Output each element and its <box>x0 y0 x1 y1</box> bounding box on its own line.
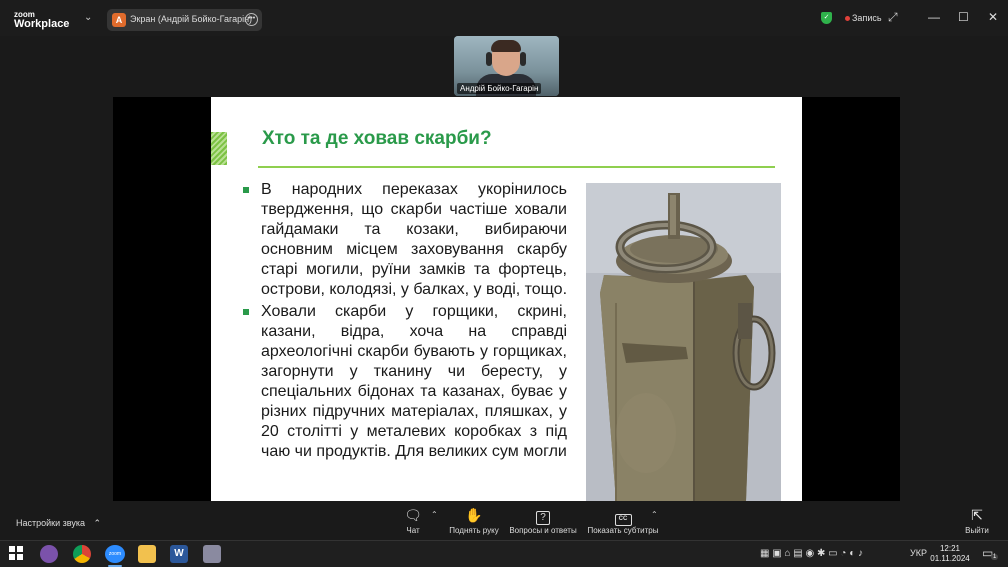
share-label: Экран (Андрій Бойко-Гагарін) <box>130 14 253 24</box>
viber-icon[interactable] <box>40 545 58 563</box>
screen-share-indicator[interactable]: А Экран (Андрій Бойко-Гагарін) ••• <box>107 9 262 31</box>
captions-label: Показать субтитры <box>587 526 659 535</box>
language-indicator[interactable]: УКР <box>910 548 927 558</box>
notification-count: 1 <box>991 554 999 560</box>
chevron-up-icon[interactable]: ⌃ <box>651 510 658 519</box>
qa-label: Вопросы и ответы <box>509 526 577 535</box>
sharer-avatar: А <box>112 13 126 27</box>
participant-video-tile[interactable]: Андрій Бойко-Гагарін <box>454 36 559 96</box>
bullet-text: Ховали скарби у горщики, скрині, казани,… <box>261 303 567 460</box>
bullet-text: В народних переказах укорінилось твердже… <box>261 181 568 298</box>
slide-decoration <box>211 132 227 165</box>
maximize-icon[interactable]: ☐ <box>958 10 969 24</box>
clock[interactable]: 12:21 01.11.2024 <box>930 544 970 564</box>
headset-icon <box>520 52 526 66</box>
question-icon: ? <box>508 507 578 525</box>
leave-button[interactable]: ⇱ Выйти <box>962 507 992 535</box>
participant-hair <box>491 40 521 52</box>
captions-icon-text: CC <box>614 514 632 526</box>
record-dot-icon <box>845 16 850 21</box>
headset-icon <box>486 52 492 66</box>
raise-hand-label: Поднять руку <box>449 526 499 535</box>
chat-label: Чат <box>406 526 420 535</box>
sound-settings-button[interactable]: Настройки звука ⌃ <box>16 518 101 529</box>
fullscreen-icon[interactable]: ⤢ <box>888 10 898 25</box>
bullet-icon <box>243 187 249 193</box>
file-explorer-icon[interactable] <box>138 545 156 563</box>
sound-settings-label: Настройки звука <box>16 518 85 528</box>
chat-icon: 🗨 <box>404 507 422 523</box>
windows-start-icon[interactable] <box>9 546 23 560</box>
chevron-up-icon: ⌃ <box>93 518 102 528</box>
leave-icon: ⇱ <box>971 507 983 523</box>
clock-date: 01.11.2024 <box>930 554 970 563</box>
windows-taskbar: zoom W ▦ ▣ ⌂ ▤ ◉ ✱ ▭ ◔ ◐ ♪ УКР 12:21 01.… <box>0 540 1008 567</box>
title-underline <box>258 166 775 168</box>
captions-icon: CC <box>586 507 660 526</box>
close-icon[interactable]: ✕ <box>988 10 998 24</box>
record-label[interactable]: Запись <box>852 13 882 23</box>
app-icon[interactable] <box>203 545 221 563</box>
tray-icons[interactable]: ▦ ▣ ⌂ ▤ ◉ ✱ ▭ ◔ ◐ ♪ <box>760 548 863 559</box>
zoom-window: zoom Workplace ⌄ А Экран (Андрій Бойко-Г… <box>0 0 1008 540</box>
chevron-down-icon[interactable]: ⌄ <box>84 12 92 23</box>
bullet-item: В народних переказах укорінилось твердже… <box>243 180 567 300</box>
bullet-item: Ховали скарби у горщики, скрині, казани,… <box>243 302 567 462</box>
chrome-icon[interactable] <box>73 545 91 563</box>
bullet-list: В народних переказах укорінилось твердже… <box>243 180 567 464</box>
slide-title: Хто та де ховав скарби? <box>262 128 492 149</box>
logo-line2: Workplace <box>14 18 70 30</box>
raise-hand-button[interactable]: ✋ Поднять руку <box>446 507 502 535</box>
captions-button[interactable]: CC Показать субтитры <box>586 507 660 535</box>
bullet-icon <box>243 309 249 315</box>
shield-icon[interactable]: ✓ <box>821 12 832 24</box>
word-icon[interactable]: W <box>170 545 188 563</box>
zoom-app-icon-text: zoom <box>108 551 122 557</box>
participant-name: Андрій Бойко-Гагарін <box>457 83 542 94</box>
zoom-logo: zoom Workplace <box>14 10 70 30</box>
qa-button[interactable]: ? Вопросы и ответы <box>508 507 578 535</box>
title-bar: zoom Workplace ⌄ А Экран (Андрій Бойко-Г… <box>0 0 1008 36</box>
chat-button[interactable]: 🗨 Чат <box>398 507 428 535</box>
chevron-up-icon[interactable]: ⌃ <box>431 510 438 519</box>
clock-time: 12:21 <box>939 544 961 553</box>
meeting-toolbar: Настройки звука ⌃ 🗨 Чат ⌃ ✋ Поднять руку… <box>0 501 1008 540</box>
zoom-app-icon[interactable]: zoom <box>105 545 125 563</box>
hand-icon: ✋ <box>465 507 483 523</box>
minimize-icon[interactable]: — <box>928 10 940 24</box>
leave-label: Выйти <box>965 526 989 535</box>
more-icon[interactable]: ••• <box>245 13 258 26</box>
treasure-container-photo <box>586 183 781 501</box>
presentation-slide: Хто та де ховав скарби? В народних перек… <box>211 97 802 501</box>
